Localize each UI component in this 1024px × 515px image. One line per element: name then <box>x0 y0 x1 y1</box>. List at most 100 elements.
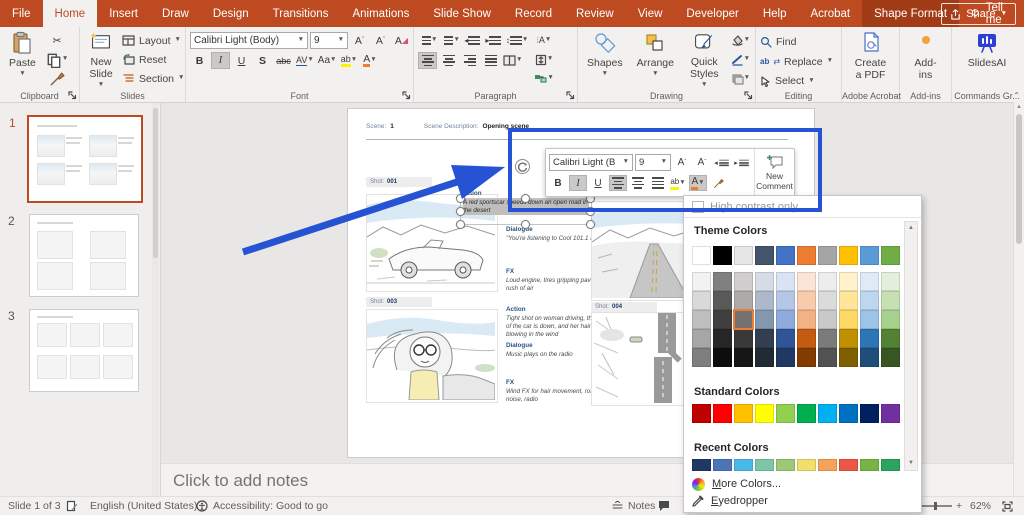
color-swatch[interactable] <box>818 310 837 329</box>
color-swatch[interactable] <box>692 459 711 471</box>
mini-italic-button[interactable]: I <box>569 175 587 191</box>
zoom-in-button[interactable]: + <box>956 497 962 515</box>
color-swatch[interactable] <box>839 404 858 423</box>
section-button[interactable]: Section▼ <box>122 70 184 87</box>
color-swatch[interactable] <box>713 310 732 329</box>
shape-outline-button[interactable]: ▼ <box>730 51 751 68</box>
color-swatch[interactable] <box>776 329 795 348</box>
slide-indicator[interactable]: Slide 1 of 3 <box>8 497 61 515</box>
color-swatch[interactable] <box>839 272 858 291</box>
color-swatch[interactable] <box>797 272 816 291</box>
paragraph-dialog-launcher[interactable] <box>566 91 575 100</box>
color-swatch[interactable] <box>860 310 879 329</box>
color-swatch[interactable] <box>713 246 732 265</box>
slide-thumbnail-3[interactable] <box>29 309 139 392</box>
ribbon-tab[interactable]: Help <box>751 0 799 27</box>
ribbon-tab[interactable]: Design <box>201 0 261 27</box>
color-swatch[interactable] <box>734 404 753 423</box>
mini-justify-button[interactable] <box>649 175 667 191</box>
quick-styles-button[interactable]: Quick Styles ▼ <box>683 30 726 89</box>
color-swatch[interactable] <box>692 272 711 291</box>
color-swatch[interactable] <box>797 459 816 471</box>
color-swatch[interactable] <box>692 329 711 348</box>
color-swatch[interactable] <box>839 348 858 367</box>
numbering-button[interactable]: ▼ <box>440 32 460 49</box>
shot-003-sketch[interactable] <box>366 309 498 403</box>
high-contrast-option[interactable]: High contrast only <box>684 196 921 218</box>
align-center-button[interactable] <box>439 52 458 69</box>
color-swatch[interactable] <box>776 459 795 471</box>
ribbon-tab[interactable]: Acrobat <box>799 0 863 27</box>
mini-decrease-indent-button[interactable]: ◂ <box>713 155 731 171</box>
color-swatch[interactable] <box>776 291 795 310</box>
color-swatch[interactable] <box>755 348 774 367</box>
language-indicator[interactable]: English (United States) <box>90 497 197 515</box>
drawing-dialog-launcher[interactable] <box>744 91 753 100</box>
color-swatch[interactable] <box>860 459 879 471</box>
color-swatch[interactable] <box>713 329 732 348</box>
decrease-font-size-button[interactable]: Aˇ <box>371 32 390 49</box>
ribbon-tab[interactable]: Draw <box>150 0 201 27</box>
slide-thumbnail-2[interactable] <box>29 214 139 297</box>
accessibility-indicator[interactable]: Accessibility: Good to go <box>196 497 328 515</box>
color-swatch[interactable] <box>860 246 879 265</box>
ribbon-tab[interactable]: File <box>0 0 43 27</box>
color-swatch[interactable] <box>860 329 879 348</box>
color-swatch[interactable] <box>713 404 732 423</box>
share-button[interactable]: Share ▼ <box>941 3 1016 25</box>
add-ins-button[interactable]: Add-ins <box>904 30 947 89</box>
create-pdf-button[interactable]: Create a PDF <box>846 30 895 89</box>
color-swatch[interactable] <box>776 246 795 265</box>
shapes-button[interactable]: Shapes ▼ <box>582 30 628 89</box>
color-swatch[interactable] <box>755 404 774 423</box>
resize-handle[interactable] <box>586 207 595 216</box>
color-swatch[interactable] <box>755 246 774 265</box>
new-comment-button[interactable]: New Comment <box>754 149 794 196</box>
color-swatch[interactable] <box>755 272 774 291</box>
mini-decrease-font-button[interactable]: Aˇ <box>693 155 711 171</box>
color-swatch[interactable] <box>734 459 753 471</box>
color-swatch[interactable] <box>881 404 900 423</box>
color-swatch[interactable] <box>839 459 858 471</box>
color-swatch[interactable] <box>755 310 774 329</box>
reset-button[interactable]: Reset <box>122 51 184 68</box>
color-swatch[interactable] <box>734 272 753 291</box>
color-swatch[interactable] <box>881 272 900 291</box>
color-swatch[interactable] <box>860 348 879 367</box>
color-swatch[interactable] <box>860 404 879 423</box>
color-swatch[interactable] <box>776 348 795 367</box>
copy-button[interactable]: ▼ <box>45 51 69 68</box>
ribbon-tab[interactable]: Animations <box>340 0 421 27</box>
color-swatch[interactable] <box>860 291 879 310</box>
clipboard-dialog-launcher[interactable] <box>68 91 77 100</box>
mini-font-family-select[interactable]: Calibri Light (B▼ <box>549 154 633 171</box>
ribbon-tab[interactable]: Insert <box>97 0 150 27</box>
color-swatch[interactable] <box>734 246 753 265</box>
color-swatch[interactable] <box>881 291 900 310</box>
align-text-button[interactable]: ▼ <box>533 51 554 68</box>
format-painter-button[interactable] <box>45 70 69 87</box>
layout-button[interactable]: Layout▼ <box>122 32 184 49</box>
color-swatch[interactable] <box>881 310 900 329</box>
more-colors-option[interactable]: More Colors... <box>692 476 781 492</box>
color-swatch[interactable] <box>818 348 837 367</box>
color-swatch[interactable] <box>818 459 837 471</box>
increase-font-size-button[interactable]: Aˆ <box>350 32 369 49</box>
rotate-handle-icon[interactable] <box>514 158 531 175</box>
new-slide-button[interactable]: New Slide ▼ <box>84 30 118 89</box>
color-swatch[interactable] <box>692 291 711 310</box>
font-dialog-launcher[interactable] <box>402 91 411 100</box>
color-swatch[interactable] <box>797 404 816 423</box>
color-swatch[interactable] <box>776 404 795 423</box>
collapse-ribbon-button[interactable]: ⌃ <box>1013 91 1020 100</box>
color-swatch[interactable] <box>818 272 837 291</box>
color-swatch[interactable] <box>776 272 795 291</box>
color-swatch[interactable] <box>818 329 837 348</box>
mini-underline-button[interactable]: U <box>589 175 607 191</box>
color-swatch[interactable] <box>734 291 753 310</box>
ribbon-tab[interactable]: Slide Show <box>421 0 503 27</box>
text-direction-button[interactable]: ⦙A▼ <box>533 32 554 49</box>
color-swatch[interactable] <box>797 310 816 329</box>
ribbon-tab[interactable]: Home <box>43 0 98 27</box>
italic-button[interactable]: I <box>211 52 230 69</box>
